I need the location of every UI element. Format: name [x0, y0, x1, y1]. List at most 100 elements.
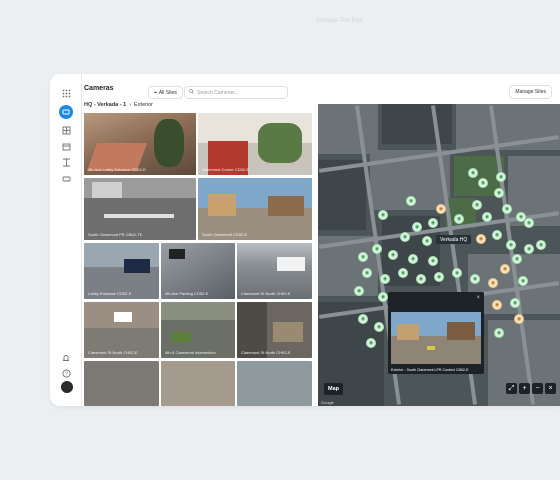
camera-pin[interactable]: ◉	[408, 254, 418, 264]
camera-label: Claremont St North CH52-E	[241, 291, 291, 296]
camera-icon[interactable]	[59, 105, 73, 119]
camera-tile[interactable]: Claremont Corner CD52-E	[198, 113, 312, 175]
camera-pin[interactable]: ◉	[492, 230, 502, 240]
camera-pin[interactable]: ◉	[510, 298, 520, 308]
search-icon	[189, 89, 194, 96]
camera-pin[interactable]: ◉	[406, 196, 416, 206]
car-icon[interactable]	[59, 171, 73, 185]
camera-pin[interactable]: ◉	[428, 218, 438, 228]
search-placeholder: Search Cameras...	[197, 89, 239, 96]
camera-pin[interactable]: ◉	[488, 278, 498, 288]
camera-pin[interactable]: ◉	[506, 240, 516, 250]
camera-pin[interactable]: ◉	[494, 188, 504, 198]
camera-label: 4th Ave Lobby Entrance CD52-E	[88, 167, 146, 172]
watermark: Verkada The Bird	[316, 18, 363, 24]
camera-pin[interactable]: ◉	[524, 218, 534, 228]
camera-pin[interactable]: ◉	[378, 210, 388, 220]
camera-label: South Claremont CD52-E	[202, 232, 248, 237]
camera-tile[interactable]: Claremont St North CH52-E	[84, 302, 159, 358]
camera-preview-popup[interactable]: × Exterior - South Claremont LPR Context…	[388, 292, 484, 374]
camera-pin[interactable]: ◉	[524, 244, 534, 254]
map-toggle-button[interactable]: Map	[324, 383, 343, 395]
breadcrumb-site[interactable]: HQ - Verkada - 1	[84, 102, 126, 108]
camera-label: Lobby Entrance CD52-E	[88, 291, 132, 296]
camera-tile[interactable]: Claremont St North CH52-E	[237, 243, 312, 299]
camera-pin[interactable]: ◉	[482, 212, 492, 222]
layers-icon[interactable]	[59, 123, 73, 137]
camera-pin[interactable]: ◉	[412, 222, 422, 232]
archive-icon[interactable]	[59, 139, 73, 153]
app-window: ? Cameras ⌖ All Sites Search Cameras... …	[50, 74, 560, 406]
camera-tile[interactable]	[161, 361, 235, 406]
camera-label: Claremont St North CH52-E	[88, 350, 138, 355]
camera-tile[interactable]: 4th Ave Lobby Entrance CD52-E	[84, 113, 196, 175]
hq-label[interactable]: Verkada HQ	[436, 235, 472, 244]
camera-tile[interactable]: Lobby Entrance CD52-E	[84, 243, 159, 299]
map-view[interactable]: ◉ ◉ ◉ ◉ ◉ ◉ ◉ ◉ ◉ ◉ ◉ ◉ ◉ ◉ ◉ ◉ ◉ ◉ ◉ ◉ …	[318, 104, 560, 406]
bell-icon[interactable]	[59, 351, 73, 365]
sidebar: ?	[50, 74, 82, 406]
header: Cameras ⌖ All Sites Search Cameras... Ma…	[82, 74, 560, 102]
breadcrumb-area[interactable]: Exterior	[134, 102, 153, 108]
close-icon[interactable]: ×	[545, 383, 556, 394]
manage-sites-button[interactable]: Manage Sites	[509, 85, 552, 99]
camera-pin[interactable]: ◉	[536, 240, 546, 250]
camera-tile[interactable]: South Claremont PR CB62-TE	[84, 178, 196, 240]
camera-tile[interactable]	[84, 361, 159, 406]
camera-pin[interactable]: ◉	[512, 254, 522, 264]
close-icon[interactable]: ×	[476, 295, 480, 301]
camera-pin[interactable]: ◉	[378, 292, 388, 302]
camera-pin[interactable]: ◉	[496, 172, 506, 182]
network-icon[interactable]	[59, 155, 73, 169]
map-attribution: Google	[321, 400, 334, 405]
camera-pin[interactable]: ◉	[434, 272, 444, 282]
camera-pin[interactable]: ◉	[354, 286, 364, 296]
camera-pin[interactable]: ◉	[380, 274, 390, 284]
search-input[interactable]: Search Cameras...	[184, 86, 288, 99]
camera-tile[interactable]: 4th & Claremont Intersection	[161, 302, 235, 358]
camera-pin[interactable]: ◉	[454, 214, 464, 224]
camera-pin[interactable]: ◉	[362, 268, 372, 278]
camera-pin[interactable]: ◉	[452, 268, 462, 278]
camera-pin[interactable]: ◉	[518, 276, 528, 286]
camera-pin[interactable]: ◉	[374, 322, 384, 332]
camera-pin[interactable]: ◉	[358, 252, 368, 262]
camera-pin[interactable]: ◉	[470, 274, 480, 284]
camera-tile[interactable]: Claremont St North CH52-E	[237, 302, 312, 358]
camera-pin[interactable]: ◉	[416, 274, 426, 284]
location-icon: ⌖	[154, 89, 157, 96]
camera-pin[interactable]: ◉	[500, 264, 510, 274]
camera-pin[interactable]: ◉	[514, 314, 524, 324]
camera-pin[interactable]: ◉	[372, 244, 382, 254]
camera-tile[interactable]: 4th Ave Parking CD52-E	[161, 243, 235, 299]
camera-preview-caption: Exterior - South Claremont LPR Context C…	[391, 368, 469, 372]
camera-tile[interactable]: South Claremont CD52-E	[198, 178, 312, 240]
camera-label: Claremont Corner CD52-E	[202, 167, 250, 172]
camera-pin[interactable]: ◉	[492, 300, 502, 310]
camera-pin[interactable]: ◉	[422, 236, 432, 246]
camera-pin[interactable]: ◉	[366, 338, 376, 348]
camera-pin[interactable]: ◉	[428, 256, 438, 266]
zoom-out-icon[interactable]: −	[532, 383, 543, 394]
camera-pin[interactable]: ◉	[476, 234, 486, 244]
camera-tile[interactable]	[237, 361, 312, 406]
camera-pin[interactable]: ◉	[472, 200, 482, 210]
camera-pin[interactable]: ◉	[358, 314, 368, 324]
camera-pin[interactable]: ◉	[400, 232, 410, 242]
camera-pin[interactable]: ◉	[502, 204, 512, 214]
grid-icon[interactable]	[59, 86, 73, 100]
camera-pin[interactable]: ◉	[436, 204, 446, 214]
help-icon[interactable]: ?	[59, 366, 73, 380]
zoom-in-icon[interactable]: +	[519, 383, 530, 394]
camera-pin[interactable]: ◉	[478, 178, 488, 188]
camera-label: South Claremont PR CB62-TE	[88, 232, 143, 237]
avatar[interactable]	[61, 381, 73, 393]
page-title: Cameras	[84, 85, 114, 92]
camera-pin[interactable]: ◉	[388, 250, 398, 260]
camera-pin[interactable]: ◉	[494, 328, 504, 338]
fullscreen-icon[interactable]: ⤢	[506, 383, 517, 394]
svg-text:?: ?	[65, 371, 68, 377]
camera-pin[interactable]: ◉	[398, 268, 408, 278]
site-selector[interactable]: ⌖ All Sites	[148, 86, 183, 99]
camera-pin[interactable]: ◉	[468, 168, 478, 178]
